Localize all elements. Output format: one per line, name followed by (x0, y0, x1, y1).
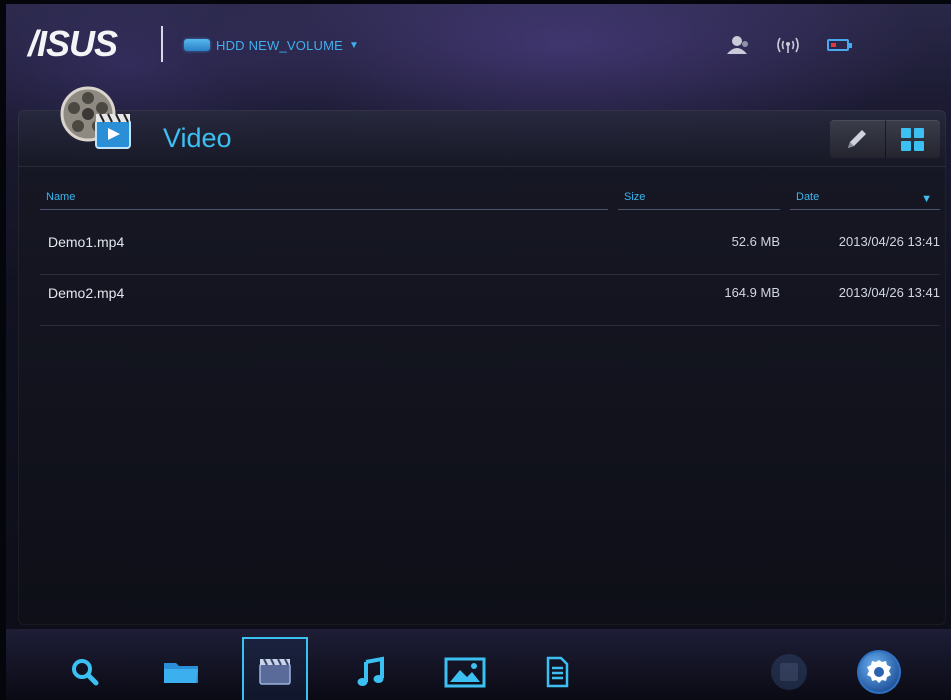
volume-label: HDD NEW_VOLUME (216, 37, 344, 53)
battery-gauge (827, 39, 852, 51)
grid-view-button[interactable] (884, 120, 941, 158)
nav-photo-button[interactable] (434, 641, 496, 700)
table-row[interactable]: Demo2.mp4 164.9 MB 2013/04/26 13:41 (40, 275, 940, 326)
photo-icon (444, 657, 486, 688)
volume-selector[interactable]: HDD NEW_VOLUME ▼ (184, 34, 359, 56)
hard-drive-icon (184, 39, 210, 51)
file-date: 2013/04/26 13:41 (838, 234, 940, 249)
status-icons (724, 34, 852, 56)
column-header-name[interactable]: Name (40, 188, 608, 210)
file-size: 164.9 MB (724, 285, 780, 300)
top-bar: /ISUS HDD NEW_VOLUME ▼ (6, 4, 951, 94)
file-panel: Video Name Size Date ▼ Demo1.mp4 52.6 MB… (18, 86, 946, 625)
file-date: 2013/04/26 13:41 (838, 285, 940, 300)
column-header-date[interactable]: Date ▼ (790, 188, 940, 210)
video-category-icon (60, 86, 131, 149)
user-icon[interactable] (724, 34, 752, 56)
column-date-label: Date (796, 191, 820, 203)
settings-icon (857, 650, 901, 694)
nav-save-button[interactable] (758, 641, 820, 700)
search-icon (72, 659, 99, 686)
file-list: Demo1.mp4 52.6 MB 2013/04/26 13:41 Demo2… (40, 224, 940, 326)
nav-music-button[interactable] (340, 641, 402, 700)
save-icon (771, 654, 807, 690)
table-header: Name Size Date ▼ (40, 188, 940, 210)
video-icon (259, 658, 291, 685)
edit-icon (848, 130, 867, 148)
table-row[interactable]: Demo1.mp4 52.6 MB 2013/04/26 13:41 (40, 224, 940, 275)
document-icon (546, 656, 569, 688)
music-icon (357, 656, 384, 686)
page-title: Video (163, 123, 232, 153)
nav-settings-button[interactable] (848, 641, 910, 700)
column-header-size[interactable]: Size (618, 188, 780, 210)
battery-icon[interactable] (824, 34, 852, 56)
nav-video-button[interactable] (242, 637, 308, 700)
wireless-icon[interactable] (774, 34, 802, 56)
nav-search-button[interactable] (54, 641, 116, 700)
asus-logo: /ISUS (28, 23, 118, 64)
file-size: 52.6 MB (731, 234, 780, 249)
app-window: /ISUS HDD NEW_VOLUME ▼ Video Name Size D… (6, 4, 951, 700)
grid-view-icon (901, 127, 925, 151)
header-divider (161, 26, 163, 62)
folder-icon (164, 663, 198, 683)
file-name: Demo1.mp4 (48, 234, 125, 250)
file-name: Demo2.mp4 (48, 285, 125, 301)
column-size-label: Size (624, 191, 646, 203)
nav-document-button[interactable] (526, 641, 588, 700)
view-toolbar (830, 120, 940, 158)
column-name-label: Name (46, 191, 76, 203)
panel-header: Video (18, 86, 946, 167)
bottom-nav (6, 629, 951, 700)
volume-caret: ▼ (349, 39, 359, 51)
sort-caret-icon: ▼ (921, 193, 932, 205)
edit-button[interactable] (830, 120, 885, 158)
battery-level (831, 43, 836, 47)
nav-folder-button[interactable] (150, 641, 212, 700)
